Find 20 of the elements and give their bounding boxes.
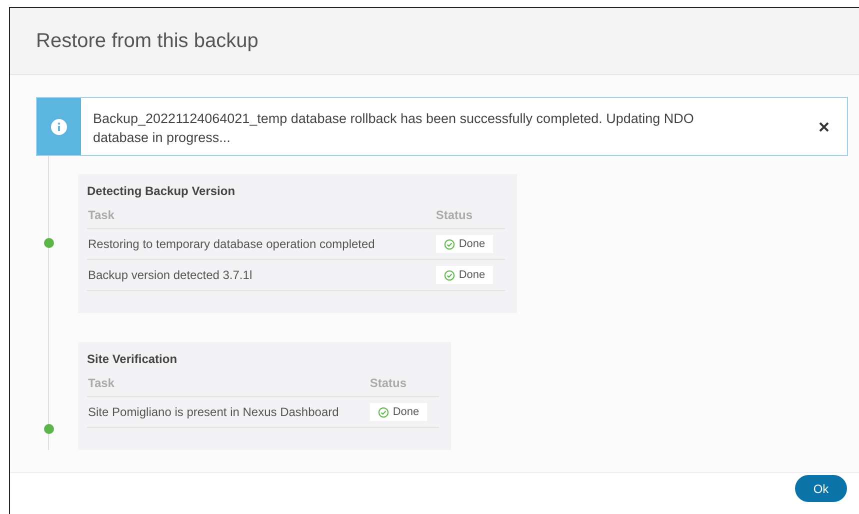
status-text: Done <box>458 238 486 250</box>
info-icon <box>51 118 67 134</box>
column-header: Status <box>368 376 440 396</box>
close-icon <box>819 122 829 132</box>
column-header: Status <box>434 208 506 228</box>
check-circle-icon <box>378 406 389 418</box>
dialog-title: Restore from this backup <box>36 30 258 52</box>
alert-message: Backup_20221124064021_temp database rollback has been successfully completed. Updating NDO database in progress... <box>92 110 695 147</box>
task-cell: Backup version detected 3.7.1l <box>87 260 435 290</box>
stage-title: Site Verification <box>87 352 178 368</box>
ok-button[interactable]: Ok <box>795 475 847 502</box>
task-cell: Site Pomigliano is present in Nexus Dashboard <box>87 396 369 428</box>
check-circle-icon <box>444 238 455 250</box>
status-text: Done <box>392 406 420 418</box>
stage-title: Detecting Backup Version <box>87 184 236 200</box>
task-cell: Restoring to temporary database operation completed <box>87 228 435 260</box>
status-text: Done <box>458 269 486 281</box>
column-header: Task <box>87 376 369 396</box>
check-circle-icon <box>444 270 455 280</box>
column-header: Task <box>87 208 435 228</box>
